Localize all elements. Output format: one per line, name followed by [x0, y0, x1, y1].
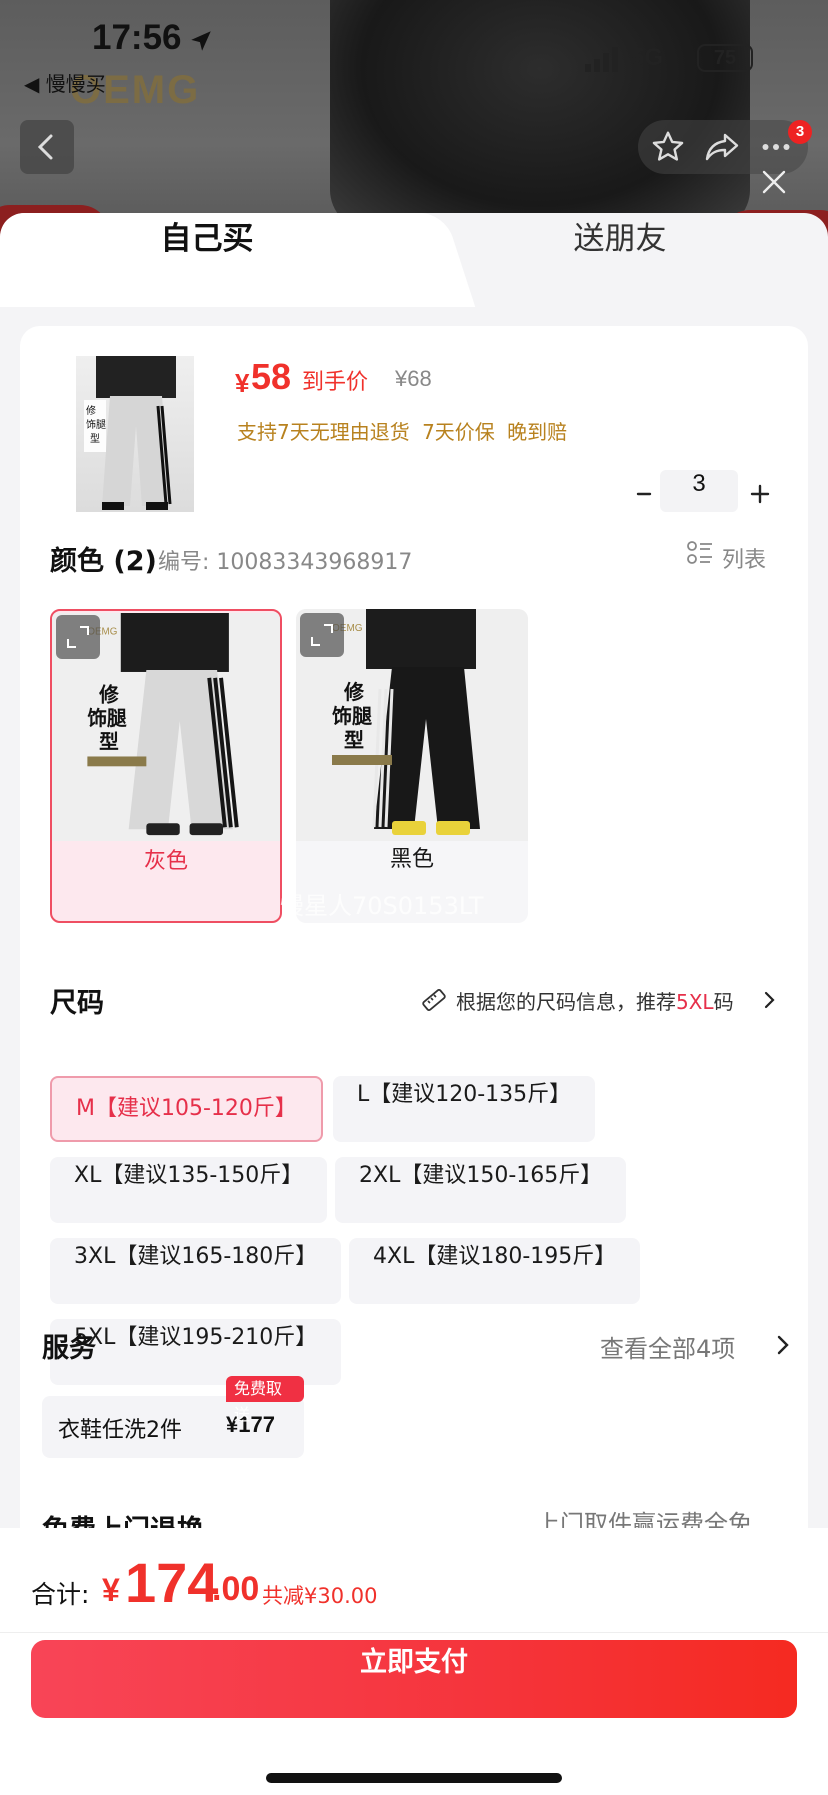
- svg-text:型: 型: [99, 731, 119, 754]
- service-name: 衣鞋任洗2件: [58, 1418, 182, 1443]
- quantity-input[interactable]: 3: [660, 470, 738, 512]
- svg-text:修: 修: [86, 404, 96, 417]
- list-view-label: 列表: [722, 548, 767, 573]
- svg-text:饰腿: 饰腿: [332, 704, 372, 728]
- battery-icon: 75: [697, 44, 753, 72]
- svg-text:修: 修: [343, 680, 365, 704]
- pants-grey-illustration: 修 饰腿 型: [84, 356, 176, 510]
- total-discount: 共减¥30.00: [262, 1584, 378, 1608]
- ruler-icon: [422, 989, 446, 1011]
- size-option-m[interactable]: M【建议105-120斤】: [50, 1076, 323, 1142]
- size-recommendation[interactable]: 根据您的尺码信息，推荐5XL码: [456, 986, 734, 1015]
- size-option-4xl[interactable]: 4XL【建议180-195斤】: [349, 1238, 641, 1304]
- location-arrow-icon: [191, 31, 211, 51]
- total-decimals: .00: [212, 1570, 260, 1608]
- signal-icon: [585, 47, 618, 72]
- network-type: 5G: [631, 44, 664, 71]
- expand-icon[interactable]: [56, 615, 100, 659]
- share-icon[interactable]: [704, 129, 740, 165]
- free-pickup-badge: 免费取送: [226, 1376, 304, 1424]
- size-option-2xl[interactable]: 2XL【建议150-165斤】: [335, 1157, 627, 1223]
- svg-text:饰腿: 饰腿: [87, 707, 127, 730]
- star-icon[interactable]: [650, 129, 686, 165]
- svg-text:型: 型: [344, 728, 364, 752]
- watermark-text: 慢星人70S0153LT: [280, 892, 484, 920]
- color-option-label: 灰色: [143, 849, 188, 874]
- service-option-laundry[interactable]: 衣鞋任洗2件 ¥177 免费取送: [42, 1376, 304, 1458]
- cart-count-badge: 3: [788, 120, 812, 144]
- quantity-plus-button[interactable]: [742, 476, 778, 512]
- checkout-footer: 合计: ¥ 174 .00 共减¥30.00 立即支付: [0, 1528, 828, 1795]
- total-amount: 174: [125, 1551, 219, 1614]
- service-section-title: 服务: [42, 1333, 96, 1364]
- color-option-grey[interactable]: 修 饰腿 型 OEMG 灰色: [50, 609, 282, 923]
- chevron-left-icon: [37, 134, 53, 160]
- chevron-right-icon[interactable]: [772, 1332, 794, 1358]
- chevron-right-icon[interactable]: [760, 988, 780, 1012]
- size-option-xl[interactable]: XL【建议135-150斤】: [50, 1157, 328, 1223]
- tab-self[interactable]: 自己买: [0, 213, 414, 307]
- svg-text:饰腿: 饰腿: [86, 418, 106, 431]
- tab-gift[interactable]: 送朋友: [430, 213, 810, 307]
- pay-now-button[interactable]: 立即支付: [31, 1640, 797, 1718]
- back-to-app-link[interactable]: ◀ 慢慢买: [24, 68, 106, 97]
- total-currency: ¥: [102, 1572, 120, 1608]
- recommended-size: 5XL: [676, 990, 714, 1014]
- service-perks: 支持7天无理由退货 7天价保 晚到赔: [237, 420, 568, 444]
- size-option-l[interactable]: L【建议120-135斤】: [333, 1076, 596, 1142]
- color-section-title: 颜色 (2): [50, 546, 157, 577]
- price-value: 58: [251, 356, 292, 397]
- product-photo-backdrop: [330, 0, 750, 230]
- status-indicators: 5G 75: [585, 44, 753, 72]
- product-thumbnail: 修 饰腿 型: [76, 356, 194, 512]
- size-option-3xl[interactable]: 3XL【建议165-180斤】: [50, 1238, 342, 1304]
- sku-number: 编号: 10083343968917: [158, 550, 413, 575]
- svg-text:型: 型: [90, 432, 100, 445]
- view-all-services[interactable]: 查看全部4项: [600, 1329, 735, 1364]
- size-recommendation-prefix: 根据您的尺码信息，推荐: [456, 990, 676, 1014]
- back-button[interactable]: [20, 120, 74, 174]
- status-time: 17:56: [92, 18, 182, 57]
- divider: [0, 1632, 828, 1633]
- expand-icon[interactable]: [300, 613, 344, 657]
- price-tag: 到手价: [302, 370, 369, 395]
- list-icon: [687, 541, 712, 564]
- quantity-minus-button[interactable]: [626, 476, 662, 512]
- size-recommendation-suffix: 码: [713, 990, 734, 1014]
- total-label: 合计:: [31, 1580, 90, 1609]
- svg-text:修: 修: [98, 683, 119, 706]
- size-section-title: 尺码: [50, 988, 104, 1019]
- price-currency: ¥: [235, 368, 250, 398]
- close-icon[interactable]: [758, 166, 790, 198]
- original-price: ¥68: [395, 366, 432, 391]
- home-indicator: [266, 1773, 562, 1783]
- color-option-black[interactable]: 修 饰腿 型 OEMG 黑色: [296, 609, 528, 923]
